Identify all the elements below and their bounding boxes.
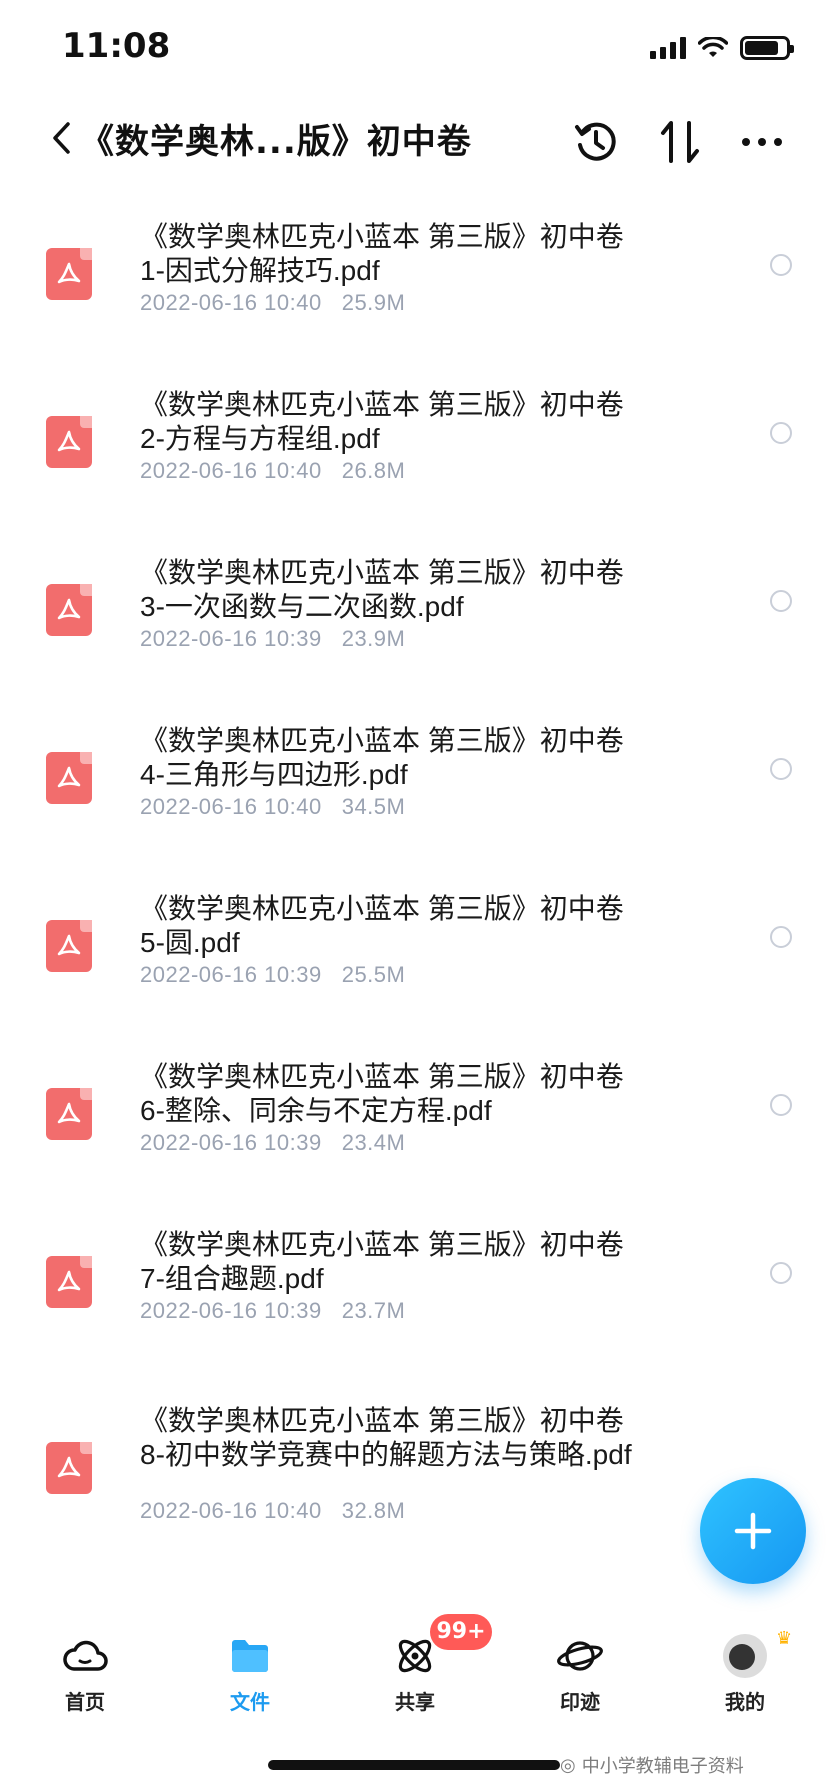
history-icon: [575, 122, 616, 161]
sort-button[interactable]: [652, 114, 708, 170]
file-date: 2022-06-16 10:40: [140, 458, 322, 483]
tab-profile[interactable]: ♛ 我的: [690, 1620, 800, 1720]
history-button[interactable]: [568, 114, 624, 170]
file-size: 34.5M: [341, 794, 406, 819]
pdf-icon: [46, 1256, 92, 1308]
file-date: 2022-06-16 10:40: [140, 794, 322, 819]
cloud-icon: [60, 1634, 110, 1678]
pdf-icon: [46, 416, 92, 468]
select-checkbox[interactable]: [770, 926, 792, 948]
file-size: 25.5M: [341, 962, 406, 987]
file-meta: 2022-06-16 10:39 23.7M: [140, 1298, 405, 1324]
tab-home[interactable]: 首页: [30, 1620, 140, 1720]
file-meta: 2022-06-16 10:40 26.8M: [140, 458, 405, 484]
file-meta: 2022-06-16 10:40 25.9M: [140, 290, 405, 316]
file-name: 《数学奥林匹克小蓝本 第三版》初中卷 8-初中数学竞赛中的解题方法与策略.pdf: [140, 1405, 632, 1470]
status-icons: [650, 36, 794, 60]
cellular-signal-icon: [650, 37, 686, 59]
file-date: 2022-06-16 10:39: [140, 962, 322, 987]
select-checkbox[interactable]: [770, 1094, 792, 1116]
select-checkbox[interactable]: [770, 758, 792, 780]
status-bar: 11:08: [0, 0, 828, 96]
pdf-icon: [46, 1442, 92, 1494]
pdf-icon: [46, 752, 92, 804]
file-meta: 2022-06-16 10:40 32.8M: [140, 1498, 405, 1524]
crown-icon: ♛: [776, 1628, 793, 1649]
file-name: 《数学奥林匹克小蓝本 第三版》初中卷 5-圆.pdf: [140, 893, 624, 958]
chevron-left-icon: [53, 122, 70, 154]
avatar: ♛: [720, 1628, 792, 1678]
file-date: 2022-06-16 10:40: [140, 1498, 322, 1523]
wechat-icon: ◎: [560, 1754, 576, 1776]
notification-badge: 99+: [430, 1614, 492, 1650]
file-meta: 2022-06-16 10:40 34.5M: [140, 794, 405, 820]
pdf-icon: [46, 920, 92, 972]
file-size: 23.4M: [341, 1130, 406, 1155]
file-size: 23.7M: [341, 1298, 406, 1323]
file-date: 2022-06-16 10:39: [140, 626, 322, 651]
battery-icon: [740, 36, 794, 60]
folder-icon: [225, 1634, 275, 1678]
file-meta: 2022-06-16 10:39 23.4M: [140, 1130, 405, 1156]
watermark: ◎ 中小学教辅电子资料: [560, 1752, 744, 1778]
tab-label: 共享: [395, 1690, 435, 1714]
pdf-icon: [46, 1088, 92, 1140]
file-name: 《数学奥林匹克小蓝本 第三版》初中卷 2-方程与方程组.pdf: [140, 389, 624, 454]
file-meta: 2022-06-16 10:39 25.5M: [140, 962, 405, 988]
select-checkbox[interactable]: [770, 590, 792, 612]
tab-label: 首页: [65, 1690, 105, 1714]
file-size: 25.9M: [341, 290, 406, 315]
tab-files[interactable]: 文件: [195, 1620, 305, 1720]
file-size: 23.9M: [341, 626, 406, 651]
tab-bar: 首页 文件 共享 99+ 印迹 ♛ 我的: [0, 1614, 828, 1720]
pdf-icon: [46, 584, 92, 636]
back-button[interactable]: [46, 116, 76, 160]
tab-label: 我的: [725, 1690, 765, 1714]
more-button[interactable]: [734, 114, 790, 170]
select-checkbox[interactable]: [770, 1262, 792, 1284]
file-name: 《数学奥林匹克小蓝本 第三版》初中卷 4-三角形与四边形.pdf: [140, 725, 624, 790]
nav-bar: 《数学奥林...版》初中卷: [0, 96, 828, 184]
tab-label: 文件: [230, 1690, 270, 1714]
file-size: 32.8M: [341, 1498, 406, 1523]
tab-label: 印迹: [560, 1690, 600, 1714]
file-date: 2022-06-16 10:39: [140, 1130, 322, 1155]
page-title: 《数学奥林...版》初中卷: [80, 122, 472, 162]
pdf-icon: [46, 248, 92, 300]
sort-icon: [661, 121, 699, 163]
more-dots-icon: [742, 138, 782, 146]
file-name: 《数学奥林匹克小蓝本 第三版》初中卷 6-整除、同余与不定方程.pdf: [140, 1061, 624, 1126]
home-indicator: [268, 1760, 560, 1770]
wifi-icon: [698, 37, 728, 57]
avatar-image: [723, 1634, 767, 1678]
select-checkbox[interactable]: [770, 254, 792, 276]
file-meta: 2022-06-16 10:39 23.9M: [140, 626, 405, 652]
file-name: 《数学奥林匹克小蓝本 第三版》初中卷 3-一次函数与二次函数.pdf: [140, 557, 624, 622]
file-size: 26.8M: [341, 458, 406, 483]
watermark-text: 中小学教辅电子资料: [581, 1756, 744, 1777]
select-checkbox[interactable]: [770, 422, 792, 444]
file-name: 《数学奥林匹克小蓝本 第三版》初中卷 1-因式分解技巧.pdf: [140, 221, 624, 286]
add-button[interactable]: [700, 1478, 806, 1584]
planet-icon: [555, 1634, 605, 1678]
tab-traces[interactable]: 印迹: [525, 1620, 635, 1720]
file-date: 2022-06-16 10:39: [140, 1298, 322, 1323]
status-time: 11:08: [62, 26, 171, 66]
plus-icon: [734, 1512, 772, 1550]
file-name: 《数学奥林匹克小蓝本 第三版》初中卷 7-组合趣题.pdf: [140, 1229, 624, 1294]
file-date: 2022-06-16 10:40: [140, 290, 322, 315]
